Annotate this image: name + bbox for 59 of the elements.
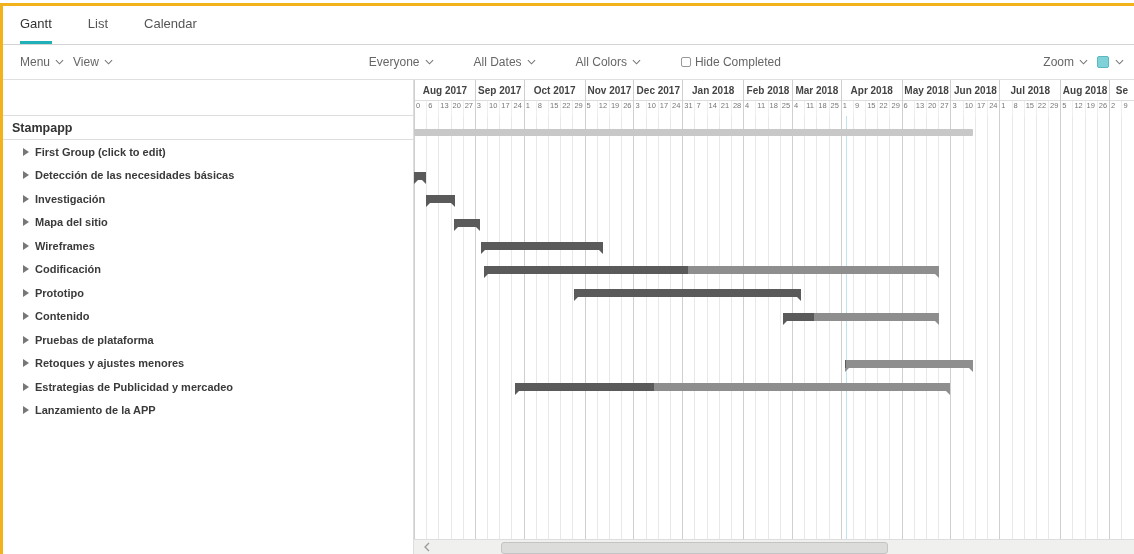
expand-triangle-icon[interactable] [23,265,29,274]
filter-dropdown[interactable]: All Dates [473,55,536,69]
task-row[interactable]: Prototipo [3,281,413,305]
task-row[interactable]: Lanzamiento de la APP [3,398,413,422]
month-label: Se [1115,84,1129,96]
expand-triangle-icon[interactable] [23,218,29,227]
task-row[interactable]: Mapa del sitio [3,210,413,234]
expand-triangle-icon[interactable] [23,406,29,415]
month-label: May 2018 [904,84,949,96]
task-row[interactable]: Estrategias de Publicidad y mercadeo [3,375,413,399]
task-row[interactable]: Wireframes [3,234,413,258]
expand-triangle-icon[interactable] [23,171,29,180]
expand-triangle-icon[interactable] [23,147,29,156]
task-row[interactable]: First Group (click to edit) [3,140,413,164]
month-label: Mar 2018 [795,84,839,96]
expand-triangle-icon[interactable] [23,359,29,368]
expand-triangle-icon[interactable] [23,382,29,391]
month-label: Oct 2017 [533,84,576,96]
month-label: Sep 2017 [478,84,522,96]
menu-dropdown[interactable]: Menu [20,55,65,69]
hide-completed-checkbox[interactable]: Hide Completed [680,55,781,69]
month-label: Dec 2017 [636,84,680,96]
horizontal-scrollbar[interactable] [414,539,1134,554]
task-row[interactable]: Detección de las necesidades básicas [3,163,413,187]
expand-triangle-icon[interactable] [23,194,29,203]
color-picker[interactable] [1097,56,1124,68]
expand-triangle-icon[interactable] [23,335,29,344]
project-name: Stampapp [12,120,73,135]
expand-triangle-icon[interactable] [23,288,29,297]
scroll-left-icon[interactable] [424,542,430,552]
task-row[interactable]: Investigación [3,187,413,211]
month-label: Aug 2018 [1062,84,1108,96]
expand-triangle-icon[interactable] [23,241,29,250]
task-row[interactable]: Codificación [3,257,413,281]
month-label: Nov 2017 [587,84,632,96]
filter-dropdown[interactable]: Everyone [368,55,434,69]
chevron-down-icon [631,59,641,65]
month-label: Apr 2018 [850,84,893,96]
task-row[interactable]: Retoques y ajustes menores [3,351,413,375]
chevron-down-icon [1079,59,1088,65]
view-tab[interactable]: List [87,6,109,44]
month-label: Jul 2018 [1010,84,1050,96]
view-tab[interactable]: Calendar [144,6,197,44]
task-row[interactable]: Contenido [3,304,413,328]
month-label: Feb 2018 [746,84,790,96]
expand-triangle-icon[interactable] [23,312,29,321]
zoom-dropdown[interactable]: Zoom [1043,55,1088,69]
filter-dropdown[interactable]: All Colors [575,55,641,69]
task-row[interactable]: Pruebas de plataforma [3,328,413,352]
chevron-down-icon [103,59,113,65]
month-label: Jan 2018 [692,84,735,96]
chevron-down-icon [55,59,65,65]
view-tab[interactable]: Gantt [20,6,52,44]
month-label: Aug 2017 [422,84,468,96]
chevron-down-icon [424,59,434,65]
month-label: Jun 2018 [954,84,997,96]
chevron-down-icon [526,59,536,65]
menu-dropdown[interactable]: View [73,55,113,69]
chevron-down-icon [1115,59,1124,65]
